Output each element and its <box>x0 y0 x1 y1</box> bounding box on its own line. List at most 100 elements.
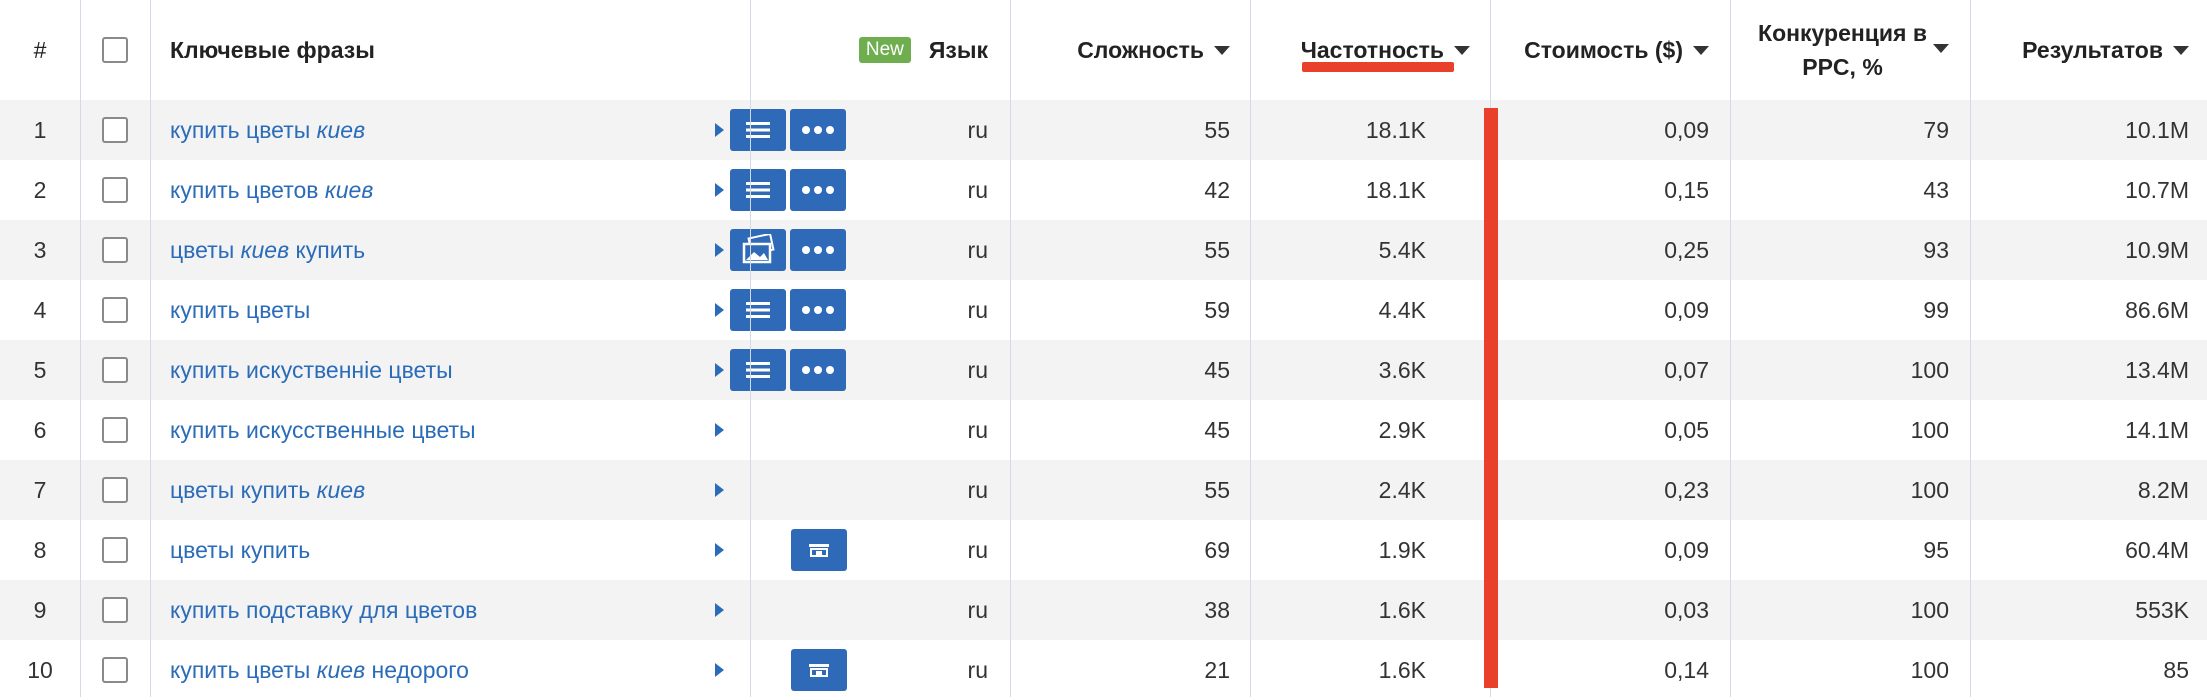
col-cost-label: Стоимость ($) <box>1524 36 1683 63</box>
expand-arrow-icon[interactable] <box>715 303 724 317</box>
expand-arrow-icon[interactable] <box>715 243 724 257</box>
frequency-value: 2.4K <box>1378 476 1426 503</box>
results-cell: 553K <box>1970 580 2207 640</box>
keyword-link[interactable]: купить искусственные цветы <box>170 417 476 444</box>
row-select[interactable] <box>80 400 150 460</box>
table-row[interactable]: 8 цветы купить ru 69 1.9K 0,09 95 60.4M <box>0 520 2207 580</box>
table-row[interactable]: 3 цветы киев купить ru 55 5.4K 0,25 93 10.9M <box>0 220 2207 280</box>
row-checkbox[interactable] <box>102 297 128 323</box>
col-difficulty[interactable]: Сложность <box>1010 0 1250 100</box>
col-results[interactable]: Результатов <box>1970 0 2207 100</box>
keyword-cell: купить цветы киев недорого <box>150 640 847 700</box>
row-select[interactable] <box>80 640 150 700</box>
row-checkbox[interactable] <box>102 597 128 623</box>
keyword-cell: купить цветы <box>150 280 846 340</box>
row-checkbox[interactable] <box>102 357 128 383</box>
table-row[interactable]: 7 цветы купить киев ru 55 2.4K 0,23 100 8.2M <box>0 460 2207 520</box>
keyword-segment: киев <box>240 236 290 263</box>
keyword-segment: цветы <box>170 236 241 263</box>
keyword-link[interactable]: купить искуственніе цветы <box>170 357 453 384</box>
results-value: 8.2M <box>2137 476 2189 503</box>
difficulty-cell: 55 <box>1010 460 1250 520</box>
table-row[interactable]: 10 купить цветы киев недорого ru 21 1.6K 0,14… <box>0 640 2207 700</box>
frequency-cell: 1.6K <box>1250 640 1490 700</box>
expand-arrow-icon[interactable] <box>715 123 724 137</box>
expand-arrow-icon[interactable] <box>715 423 724 437</box>
select-all-checkbox[interactable] <box>102 37 128 63</box>
row-number-label: 1 <box>33 116 47 143</box>
cost-cell: 0,23 <box>1490 460 1730 520</box>
row-checkbox[interactable] <box>102 657 128 683</box>
row-checkbox[interactable] <box>102 177 128 203</box>
keyword-segment: цветы купить <box>170 536 311 563</box>
row-number: 6 <box>0 400 80 460</box>
keyword-link[interactable]: купить цветы киев <box>170 117 365 144</box>
table-row[interactable]: 2 купить цветов киев ru 42 18.1K 0,15 43 10.7M <box>0 160 2207 220</box>
results-cell: 10.1M <box>1970 100 2207 160</box>
cost-value: 0,25 <box>1664 236 1709 263</box>
row-number-label: 4 <box>33 296 47 323</box>
column-divider <box>1970 0 1971 697</box>
language-value: ru <box>967 176 988 203</box>
keyword-link[interactable]: купить цветы <box>170 297 310 324</box>
table-row[interactable]: 9 купить подставку для цветов ru 38 1.6K 0,03… <box>0 580 2207 640</box>
keyword-link[interactable]: цветы киев купить <box>170 237 365 264</box>
row-select[interactable] <box>80 220 150 280</box>
row-checkbox[interactable] <box>102 237 128 263</box>
sort-caret-icon[interactable] <box>1454 45 1470 55</box>
keyword-segment: киев <box>316 476 366 503</box>
sort-caret-icon[interactable] <box>2173 45 2189 55</box>
expand-arrow-icon[interactable] <box>715 183 724 197</box>
row-select[interactable] <box>80 340 150 400</box>
table-row[interactable]: 6 купить искусственные цветы ru 45 2.9K 0,05 1… <box>0 400 2207 460</box>
row-checkbox[interactable] <box>102 417 128 443</box>
expand-arrow-icon[interactable] <box>715 603 724 617</box>
language-value: ru <box>967 116 988 143</box>
competition-value: 93 <box>1923 236 1949 263</box>
row-checkbox[interactable] <box>102 477 128 503</box>
competition-value: 100 <box>1910 476 1949 503</box>
keyword-segment: киев <box>324 176 374 203</box>
keyword-link[interactable]: купить цветов киев <box>170 177 373 204</box>
row-select[interactable] <box>80 280 150 340</box>
col-keywords[interactable]: Ключевые фразы <box>150 0 750 100</box>
keyword-link[interactable]: купить подставку для цветов <box>170 597 477 624</box>
row-select[interactable] <box>80 160 150 220</box>
row-select[interactable] <box>80 460 150 520</box>
table-row[interactable]: 1 купить цветы киев ru 55 18.1K 0,09 79 10.1M <box>0 100 2207 160</box>
frequency-cell: 2.4K <box>1250 460 1490 520</box>
col-language[interactable]: New Язык <box>750 0 1010 100</box>
row-select[interactable] <box>80 520 150 580</box>
keyword-link[interactable]: цветы купить <box>170 537 310 564</box>
table-row[interactable]: 5 купить искуственніе цветы ru 45 3.6K 0,07 10… <box>0 340 2207 400</box>
keyword-link[interactable]: купить цветы киев недорого <box>170 657 469 684</box>
table-row[interactable]: 4 купить цветы ru 59 4.4K 0,09 99 86.6M <box>0 280 2207 340</box>
difficulty-value: 45 <box>1204 356 1230 383</box>
frequency-cell: 3.6K <box>1250 340 1490 400</box>
keyword-segment: киев <box>316 116 366 143</box>
expand-arrow-icon[interactable] <box>715 363 724 377</box>
expand-arrow-icon[interactable] <box>715 483 724 497</box>
keyword-link[interactable]: цветы купить киев <box>170 477 365 504</box>
expand-arrow-icon[interactable] <box>715 663 724 677</box>
frequency-cell: 18.1K <box>1250 160 1490 220</box>
col-competition[interactable]: Конкуренция в PPC, % <box>1730 0 1970 100</box>
row-checkbox[interactable] <box>102 117 128 143</box>
col-select-all[interactable] <box>80 0 150 100</box>
row-checkbox[interactable] <box>102 537 128 563</box>
expand-arrow-icon[interactable] <box>715 543 724 557</box>
difficulty-value: 38 <box>1204 596 1230 623</box>
col-frequency[interactable]: Частотность <box>1250 0 1490 100</box>
difficulty-cell: 42 <box>1010 160 1250 220</box>
col-frequency-label: Частотность <box>1300 36 1444 63</box>
row-select[interactable] <box>80 580 150 640</box>
sort-caret-icon[interactable] <box>1214 45 1230 55</box>
cost-cell: 0,09 <box>1490 280 1730 340</box>
col-cost[interactable]: Стоимость ($) <box>1490 0 1730 100</box>
sort-caret-icon[interactable] <box>1933 43 1949 53</box>
cost-value: 0,09 <box>1664 116 1709 143</box>
row-select[interactable] <box>80 100 150 160</box>
language-cell: ru <box>750 520 1010 580</box>
col-competition-line1: Конкуренция в <box>1758 20 1927 46</box>
sort-caret-icon[interactable] <box>1693 45 1709 55</box>
